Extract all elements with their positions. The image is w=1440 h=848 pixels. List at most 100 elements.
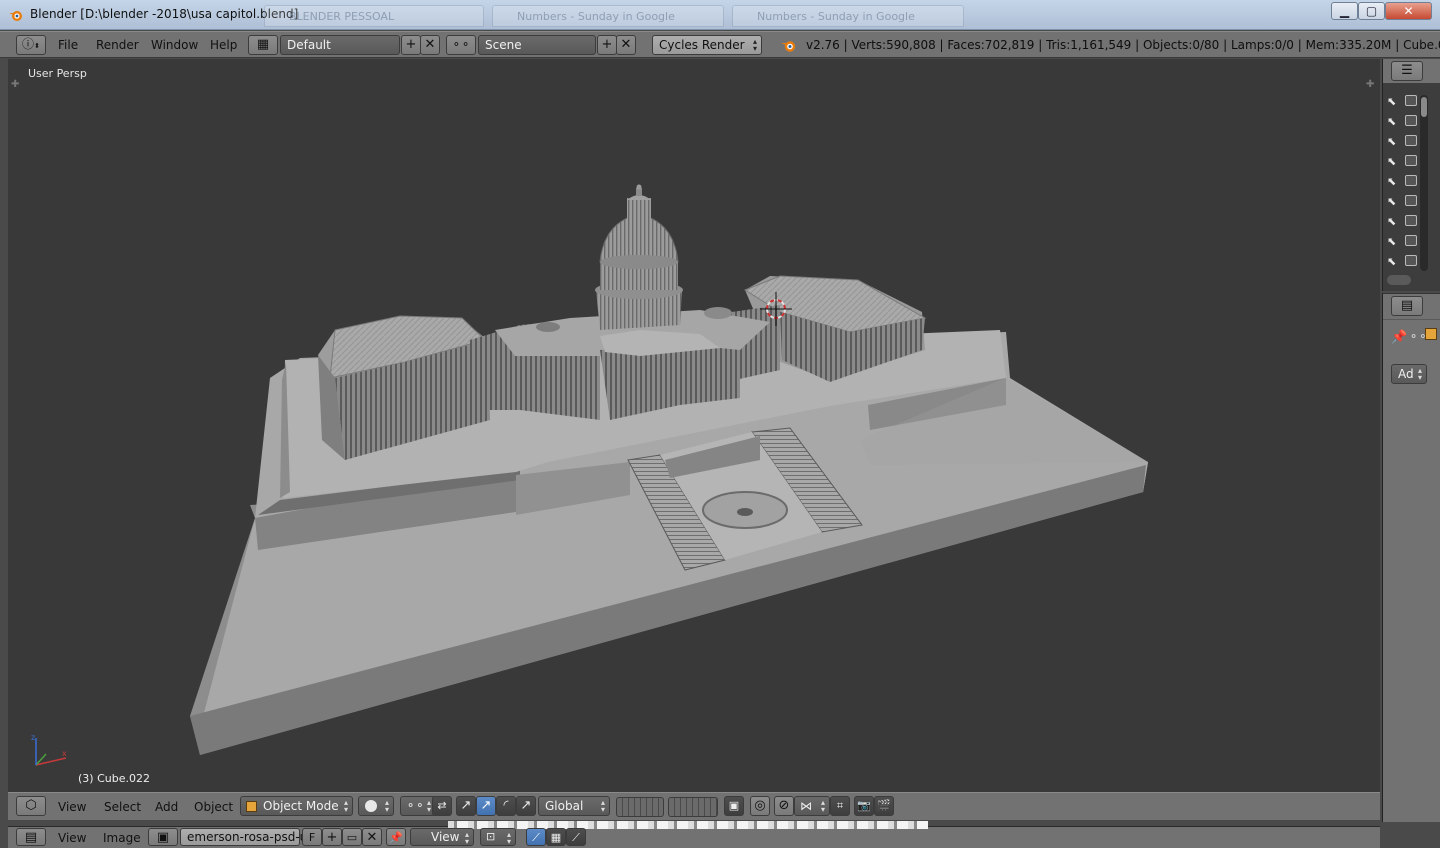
rotate-manipulator-button[interactable]: ↗ [476,796,496,816]
unlink-image-button[interactable]: ✕ [362,828,382,846]
horizontal-scrollbar[interactable] [1387,275,1411,285]
menu-add[interactable]: Add [155,800,178,814]
draw-button[interactable]: ⟋ [566,828,586,846]
menu-object[interactable]: Object [194,800,233,814]
screen-layout-icon-button[interactable]: ▦ [248,35,278,55]
uv-sync-button[interactable]: ⟋ [526,828,546,846]
minimize-button[interactable]: ▁ [1331,2,1358,20]
capitol-model-render: x z [31,184,1148,766]
opengl-render-animation-button[interactable]: 🎬 [874,796,894,816]
magnet-icon: ⊘ [778,798,790,813]
cursor-select-icon[interactable]: ⬉ [1387,175,1396,188]
snap-element-dropdown[interactable]: ⋈ ▴ ▾ [794,796,830,816]
render-visibility-icon[interactable] [1405,235,1417,246]
cursor-select-icon[interactable]: ⬉ [1387,135,1396,148]
editor-type-3dview-button[interactable]: ⬡ [16,796,46,816]
render-visibility-icon[interactable] [1405,155,1417,166]
interaction-mode-dropdown[interactable]: Object Mode ▴ ▾ [240,796,353,816]
clapper-icon: 🎬 [877,799,891,812]
menu-file[interactable]: File [58,38,78,52]
menu-view[interactable]: View [58,800,86,814]
cursor-select-icon[interactable]: ⬉ [1387,195,1396,208]
opengl-render-image-button[interactable]: 📷 [854,796,874,816]
menu-help[interactable]: Help [210,38,237,52]
scale-manipulator-button[interactable]: ◜ [496,796,516,816]
updown-arrows-icon: ▴ ▾ [820,798,825,814]
render-visibility-icon[interactable] [1405,95,1417,106]
maximize-button[interactable]: ▢ [1358,2,1385,20]
render-visibility-icon[interactable] [1405,135,1417,146]
render-visibility-icon[interactable] [1405,195,1417,206]
scene-dropdown[interactable]: Scene [478,35,596,55]
editor-type-image-button[interactable]: ▤ [16,828,46,846]
new-image-button[interactable]: + [322,828,342,846]
screen-layout-dropdown[interactable]: Default [280,35,400,55]
scrollbar-thumb[interactable] [1421,97,1427,117]
updown-arrows-icon: ▴ ▾ [426,798,431,814]
menu-image[interactable]: Image [103,831,141,845]
cursor-select-icon[interactable]: ⬉ [1387,255,1396,268]
3d-viewport[interactable]: x z User Persp (3) Cube.022 ✚ ✚ [8,59,1380,792]
scene-layers-group-1[interactable] [616,797,664,817]
region-expand-icon[interactable]: ✚ [1366,79,1374,90]
image-editor-header: ▤ View Image ▣ emerson-rosa-psd-u... F +… [8,821,1380,848]
updown-arrows-icon: ▴ ▾ [600,798,605,814]
open-image-button[interactable]: ▭ [342,828,362,846]
lock-layers-button[interactable]: ▣ [724,796,744,816]
pivot-dropdown[interactable]: ⊡ ▴ ▾ [480,828,516,846]
object-cube-icon[interactable] [1425,328,1437,340]
menu-window[interactable]: Window [151,38,198,52]
pin-image-button[interactable]: 📌 [386,828,406,846]
region-expand-icon[interactable]: ✚ [11,79,19,90]
snap-target-button[interactable]: ⌗ [830,796,850,816]
snap-toggle-button[interactable]: ⊘ [774,796,794,816]
menu-select[interactable]: Select [104,800,141,814]
svg-text:x: x [62,749,67,758]
add-layout-button[interactable]: + [401,35,421,55]
translate-manipulator-button[interactable]: ↗ [456,796,476,816]
pin-icon: 📌 [389,831,403,844]
scale-manipulator-button-2[interactable]: ↗ [516,796,536,816]
image-icon: ▣ [156,830,170,845]
transform-orientation-dropdown[interactable]: Global ▴ ▾ [538,796,610,816]
menu-render[interactable]: Render [96,38,139,52]
browse-image-button[interactable]: ▣ [148,828,178,846]
svg-text:z: z [31,733,35,742]
checker-button[interactable]: ▦ [546,828,566,846]
rotate-icon: ↗ [480,798,492,813]
pin-icon[interactable]: 📌 [1391,330,1407,345]
scene-layers-group-2[interactable] [668,797,718,817]
editor-type-info-button[interactable]: ⓘ⬍ [16,35,46,55]
image-name-field[interactable]: emerson-rosa-psd-u... [180,828,319,846]
image-mode-dropdown[interactable]: View ▴ ▾ [410,828,474,846]
cursor-select-icon[interactable]: ⬉ [1387,155,1396,168]
manipulator-toggle-button[interactable]: ⇄ [432,796,452,816]
cursor-select-icon[interactable]: ⬉ [1387,215,1396,228]
cursor-select-icon[interactable]: ⬉ [1387,95,1396,108]
axis-gizmo: x z [31,733,67,766]
proportional-edit-button[interactable]: ◎ [750,796,770,816]
fake-user-button[interactable]: F [302,828,322,846]
remove-layout-button[interactable]: ✕ [420,35,440,55]
editor-type-properties-button[interactable]: ▤ [1391,296,1423,316]
close-button[interactable]: ✕ [1385,2,1432,20]
add-scene-button[interactable]: + [597,35,617,55]
pivot-point-dropdown[interactable]: ⚬⚬ ▴ ▾ [400,796,436,816]
plus-icon: + [601,37,613,52]
outliner-scrollbar[interactable] [1420,95,1428,271]
cursor-select-icon[interactable]: ⬉ [1387,235,1396,248]
remove-scene-button[interactable]: ✕ [616,35,636,55]
render-visibility-icon[interactable] [1405,175,1417,186]
render-visibility-icon[interactable] [1405,215,1417,226]
render-visibility-icon[interactable] [1405,115,1417,126]
info-header: ⓘ⬍ File Render Window Help ▦ Default + ✕… [0,31,1440,58]
cursor-select-icon[interactable]: ⬉ [1387,115,1396,128]
viewport-shading-dropdown[interactable]: ▴ ▾ [358,796,394,816]
image-mode-value: View [431,830,460,844]
render-visibility-icon[interactable] [1405,255,1417,266]
editor-type-outliner-button[interactable]: ☰ [1391,61,1423,81]
properties-tab-dropdown[interactable]: Ad ▴ ▾ [1391,364,1427,384]
menu-view[interactable]: View [58,831,86,845]
render-engine-dropdown[interactable]: Cycles Render ▴ ▾ [652,35,762,55]
scene-icon-button[interactable]: ⚬⚬ [446,35,476,55]
